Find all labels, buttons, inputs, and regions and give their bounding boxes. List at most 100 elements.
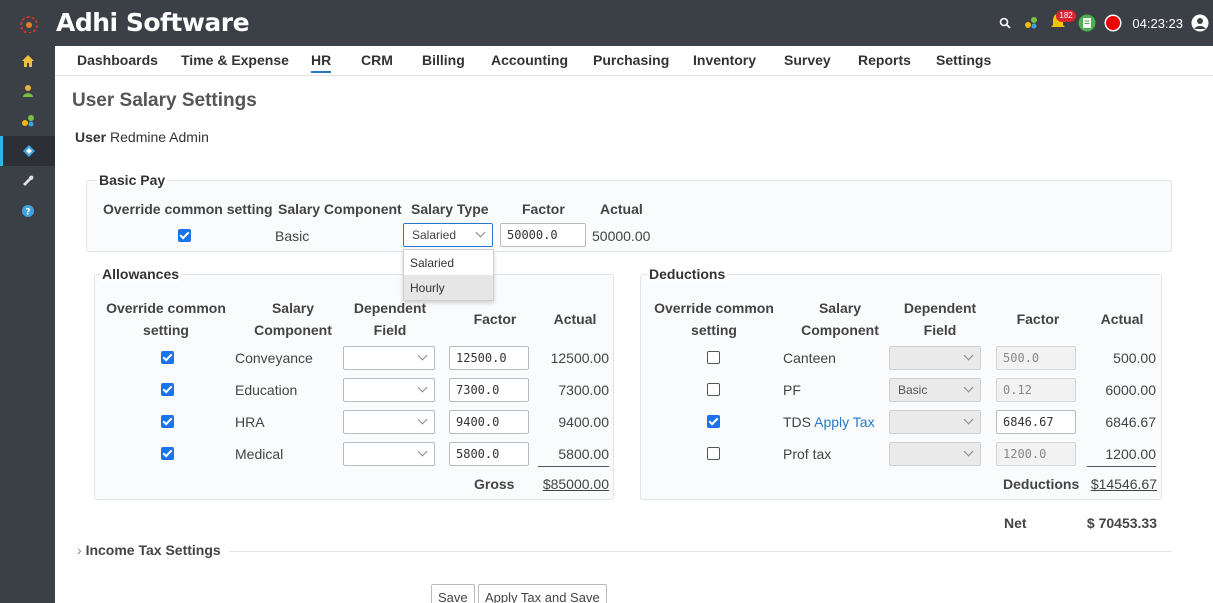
chevron-down-icon bbox=[963, 350, 974, 361]
allowances-legend: Allowances bbox=[100, 266, 182, 282]
chevron-down-icon bbox=[963, 414, 974, 425]
basic-factor-input[interactable]: 50000.0 bbox=[500, 223, 586, 247]
notifications-icon[interactable]: 182 bbox=[1048, 10, 1076, 34]
menu-settings[interactable]: Settings bbox=[936, 52, 991, 68]
allow-header-override-2: setting bbox=[143, 322, 189, 338]
ded-factor-input-prof-tax[interactable]: 1200.0 bbox=[996, 442, 1076, 466]
user-label: User bbox=[75, 129, 107, 145]
allow-dependent-select-medical[interactable] bbox=[343, 442, 435, 466]
allow-header-component-1: Salary bbox=[271, 300, 315, 316]
gross-value: $85000.00 bbox=[542, 476, 609, 492]
timesheet-icon[interactable] bbox=[1078, 14, 1096, 32]
record-icon[interactable] bbox=[1104, 14, 1122, 32]
gross-label: Gross bbox=[474, 476, 515, 492]
salary-type-select[interactable]: Salaried bbox=[403, 223, 493, 247]
apps-icon[interactable] bbox=[1022, 14, 1040, 32]
ded-total-rule bbox=[1087, 466, 1156, 467]
user-avatar-icon[interactable] bbox=[1191, 14, 1209, 32]
ded-dependent-pf: Basic bbox=[898, 383, 928, 397]
ded-actual-prof-tax: 1200.00 bbox=[1105, 446, 1156, 462]
ded-factor-input-tds[interactable]: 6846.67 bbox=[996, 410, 1076, 434]
allow-header-actual: Actual bbox=[553, 311, 597, 327]
ded-factor-input-pf[interactable]: 0.12 bbox=[996, 378, 1076, 402]
left-sidebar: ? bbox=[0, 46, 55, 603]
apply-tax-link[interactable]: Apply Tax bbox=[814, 414, 874, 430]
allow-checkbox-education[interactable] bbox=[161, 383, 174, 396]
ded-dependent-select-canteen[interactable] bbox=[889, 346, 981, 370]
allow-header-factor: Factor bbox=[473, 311, 517, 327]
allow-factor-input-hra[interactable]: 9400.0 bbox=[449, 410, 529, 434]
wrench-icon[interactable] bbox=[0, 166, 55, 196]
save-button[interactable]: Save bbox=[431, 584, 475, 603]
menu-accounting[interactable]: Accounting bbox=[491, 52, 568, 68]
menu-inventory[interactable]: Inventory bbox=[693, 52, 756, 68]
top-header: Adhi Software 182 04:23:23 bbox=[0, 0, 1213, 46]
allow-checkbox-medical[interactable] bbox=[161, 447, 174, 460]
ded-header-component-2: Component bbox=[801, 322, 879, 338]
header-component: Salary Component bbox=[278, 201, 402, 217]
salary-type-option-hourly[interactable]: Hourly bbox=[404, 275, 493, 300]
chevron-down-icon bbox=[963, 446, 974, 457]
allow-header-dependent-1: Dependent bbox=[353, 300, 427, 316]
chevron-down-icon bbox=[417, 414, 428, 425]
allow-header-component-2: Component bbox=[254, 322, 332, 338]
basic-override-checkbox[interactable] bbox=[178, 229, 191, 242]
ded-component-tds: TDS Apply Tax bbox=[783, 413, 875, 431]
menu-time-expense[interactable]: Time & Expense bbox=[181, 52, 289, 68]
allow-checkbox-conveyance[interactable] bbox=[161, 351, 174, 364]
apps-sidebar-icon[interactable] bbox=[0, 106, 55, 136]
ded-header-factor: Factor bbox=[1016, 311, 1060, 327]
allow-dependent-select-conveyance[interactable] bbox=[343, 346, 435, 370]
svg-text:?: ? bbox=[25, 208, 30, 218]
allow-actual-hra: 9400.00 bbox=[558, 414, 609, 430]
income-tax-toggle[interactable]: › Income Tax Settings bbox=[77, 541, 229, 559]
hr-icon[interactable] bbox=[0, 136, 55, 166]
allow-factor-input-education[interactable]: 7300.0 bbox=[449, 378, 529, 402]
ded-component-pf: PF bbox=[783, 382, 801, 398]
menu-dashboards[interactable]: Dashboards bbox=[77, 52, 158, 68]
header-salary-type: Salary Type bbox=[411, 201, 489, 217]
logo-icon bbox=[20, 16, 38, 33]
home-icon[interactable] bbox=[0, 46, 55, 76]
deductions-total-label: Deductions bbox=[1003, 476, 1080, 492]
deductions-legend: Deductions bbox=[647, 266, 728, 282]
net-label: Net bbox=[1004, 515, 1027, 531]
allow-factor-input-conveyance[interactable]: 12500.0 bbox=[449, 346, 529, 370]
allow-dependent-select-hra[interactable] bbox=[343, 410, 435, 434]
menu-reports[interactable]: Reports bbox=[858, 52, 911, 68]
ded-dependent-select-prof-tax[interactable] bbox=[889, 442, 981, 466]
ded-checkbox-canteen[interactable] bbox=[707, 351, 720, 364]
help-icon[interactable]: ? bbox=[0, 196, 55, 226]
ded-checkbox-prof-tax[interactable] bbox=[707, 447, 720, 460]
menu-crm[interactable]: CRM bbox=[361, 52, 393, 68]
allow-dependent-select-education[interactable] bbox=[343, 378, 435, 402]
apply-tax-save-button[interactable]: Apply Tax and Save bbox=[478, 584, 607, 603]
salary-type-dropdown: Salaried Hourly bbox=[403, 249, 494, 301]
allow-header-dependent-2: Field bbox=[373, 322, 407, 338]
ded-component-prof-tax: Prof tax bbox=[783, 446, 832, 462]
income-tax-label: Income Tax Settings bbox=[85, 542, 221, 558]
ded-dependent-select-pf[interactable]: Basic bbox=[889, 378, 981, 402]
main-menu: Dashboards Time & Expense HR CRM Billing… bbox=[55, 46, 1213, 76]
menu-billing[interactable]: Billing bbox=[422, 52, 465, 68]
ded-header-dependent-1: Dependent bbox=[903, 300, 977, 316]
allow-factor-input-medical[interactable]: 5800.0 bbox=[449, 442, 529, 466]
search-icon[interactable] bbox=[996, 14, 1014, 32]
ded-dependent-select-tds[interactable] bbox=[889, 410, 981, 434]
menu-survey[interactable]: Survey bbox=[784, 52, 831, 68]
menu-purchasing[interactable]: Purchasing bbox=[593, 52, 669, 68]
chevron-down-icon bbox=[963, 382, 974, 393]
ded-checkbox-pf[interactable] bbox=[707, 383, 720, 396]
ded-checkbox-tds[interactable] bbox=[707, 415, 720, 428]
chevron-down-icon bbox=[417, 446, 428, 457]
ded-factor-input-canteen[interactable]: 500.0 bbox=[996, 346, 1076, 370]
allow-component-hra: HRA bbox=[235, 414, 265, 430]
header-actual: Actual bbox=[600, 201, 643, 217]
user-icon[interactable] bbox=[0, 76, 55, 106]
allow-actual-education: 7300.00 bbox=[558, 382, 609, 398]
salary-type-value: Salaried bbox=[412, 228, 457, 242]
allow-actual-medical: 5800.00 bbox=[558, 446, 609, 462]
menu-hr[interactable]: HR bbox=[311, 52, 332, 73]
allow-checkbox-hra[interactable] bbox=[161, 415, 174, 428]
salary-type-option-salaried[interactable]: Salaried bbox=[404, 250, 493, 275]
